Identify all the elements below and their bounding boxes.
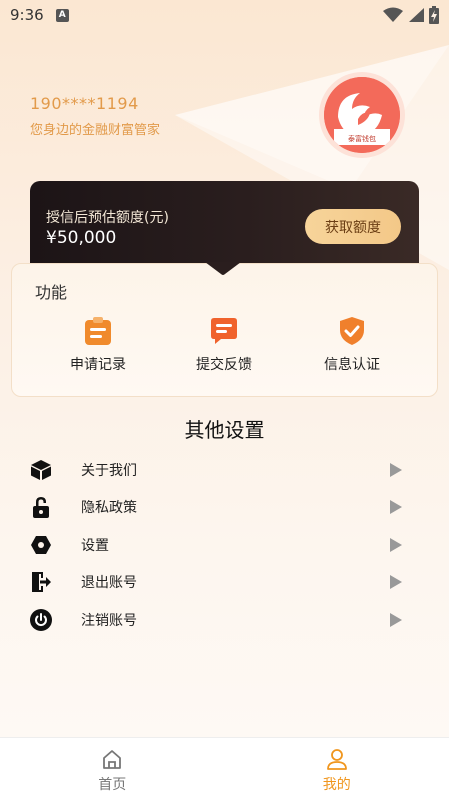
arrow-right-icon xyxy=(390,462,402,477)
arrow-right-icon xyxy=(390,500,402,515)
avatar-logo: 泰富钱包 xyxy=(324,77,400,153)
user-icon xyxy=(326,749,347,770)
function-apply-records[interactable]: 申请记录 xyxy=(48,316,148,374)
menu-item-privacy-policy[interactable]: 隐私政策 xyxy=(0,489,449,527)
lock-icon xyxy=(30,496,52,519)
function-label: 提交反馈 xyxy=(196,357,252,373)
user-slogan: 您身边的金融财富管家 xyxy=(30,123,161,138)
tab-mine[interactable]: 我的 xyxy=(225,738,449,800)
arrow-right-icon xyxy=(390,537,402,552)
shield-check-icon xyxy=(340,317,364,345)
function-feedback[interactable]: 提交反馈 xyxy=(174,316,274,374)
arrow-right-icon xyxy=(390,575,402,590)
functions-card: 功能 申请记录 提交反馈 信息认证 xyxy=(11,263,438,397)
battery-icon xyxy=(429,6,439,24)
wifi-icon xyxy=(383,7,403,22)
avatar[interactable]: 泰富钱包 xyxy=(319,72,405,158)
menu-item-settings[interactable]: 设置 xyxy=(0,526,449,564)
functions-title: 功能 xyxy=(35,283,68,302)
menu-label: 设置 xyxy=(81,537,109,554)
function-label: 申请记录 xyxy=(70,357,126,373)
signal-icon xyxy=(409,8,424,22)
credit-amount: ¥50,000 xyxy=(46,228,117,248)
exit-icon xyxy=(30,571,52,593)
tab-home[interactable]: 首页 xyxy=(0,738,225,800)
settings-menu: 关于我们 隐私政策 设置 退出账号 注销账号 xyxy=(0,451,449,639)
clipboard-icon xyxy=(85,317,111,345)
home-icon xyxy=(103,750,122,769)
menu-item-logout[interactable]: 退出账号 xyxy=(0,564,449,602)
user-phone: 190****1194 xyxy=(30,94,139,113)
function-label: 信息认证 xyxy=(324,357,380,373)
chat-icon xyxy=(211,318,237,344)
menu-item-about-us[interactable]: 关于我们 xyxy=(0,451,449,489)
bottom-tab-bar: 首页 我的 xyxy=(0,737,449,800)
function-verification[interactable]: 信息认证 xyxy=(302,316,402,374)
settings-title: 其他设置 xyxy=(184,418,265,442)
cube-icon xyxy=(30,459,52,481)
arrow-right-icon xyxy=(390,612,402,627)
menu-item-delete-account[interactable]: 注销账号 xyxy=(0,601,449,639)
hexagon-icon xyxy=(30,534,52,556)
avatar-caption: 泰富钱包 xyxy=(348,135,376,143)
menu-label: 隐私政策 xyxy=(81,500,137,517)
tab-label: 我的 xyxy=(322,777,351,793)
menu-label: 退出账号 xyxy=(81,575,137,592)
status-bar: 9:36 A xyxy=(0,0,449,30)
notification-icon: A xyxy=(55,8,69,22)
menu-label: 关于我们 xyxy=(81,462,137,479)
power-icon xyxy=(30,608,52,631)
status-time: 9:36 xyxy=(10,6,44,24)
get-credit-button[interactable]: 获取额度 xyxy=(305,209,401,244)
menu-label: 注销账号 xyxy=(81,612,137,629)
card-notch-decoration xyxy=(205,262,241,275)
credit-card: 授信后预估额度(元) ¥50,000 获取额度 xyxy=(30,181,419,273)
credit-label: 授信后预估额度(元) xyxy=(46,210,169,226)
tab-label: 首页 xyxy=(98,777,127,793)
